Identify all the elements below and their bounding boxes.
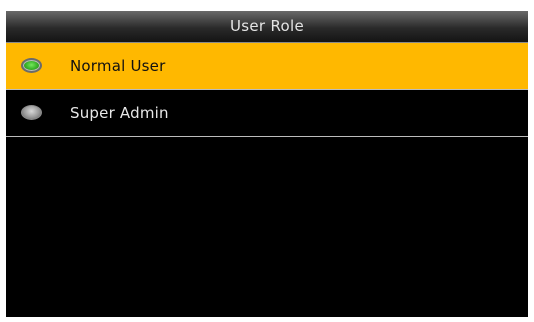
- option-normal-user[interactable]: Normal User: [6, 43, 528, 90]
- user-role-list: Normal User Super Admin: [6, 43, 528, 137]
- option-label: Super Admin: [70, 104, 169, 122]
- option-super-admin[interactable]: Super Admin: [6, 90, 528, 137]
- page-title: User Role: [6, 11, 528, 43]
- radio-selected-icon[interactable]: [21, 58, 42, 73]
- option-label: Normal User: [70, 57, 166, 75]
- device-screen: User Role Normal User Super Admin: [6, 11, 528, 317]
- radio-unselected-icon[interactable]: [21, 105, 42, 120]
